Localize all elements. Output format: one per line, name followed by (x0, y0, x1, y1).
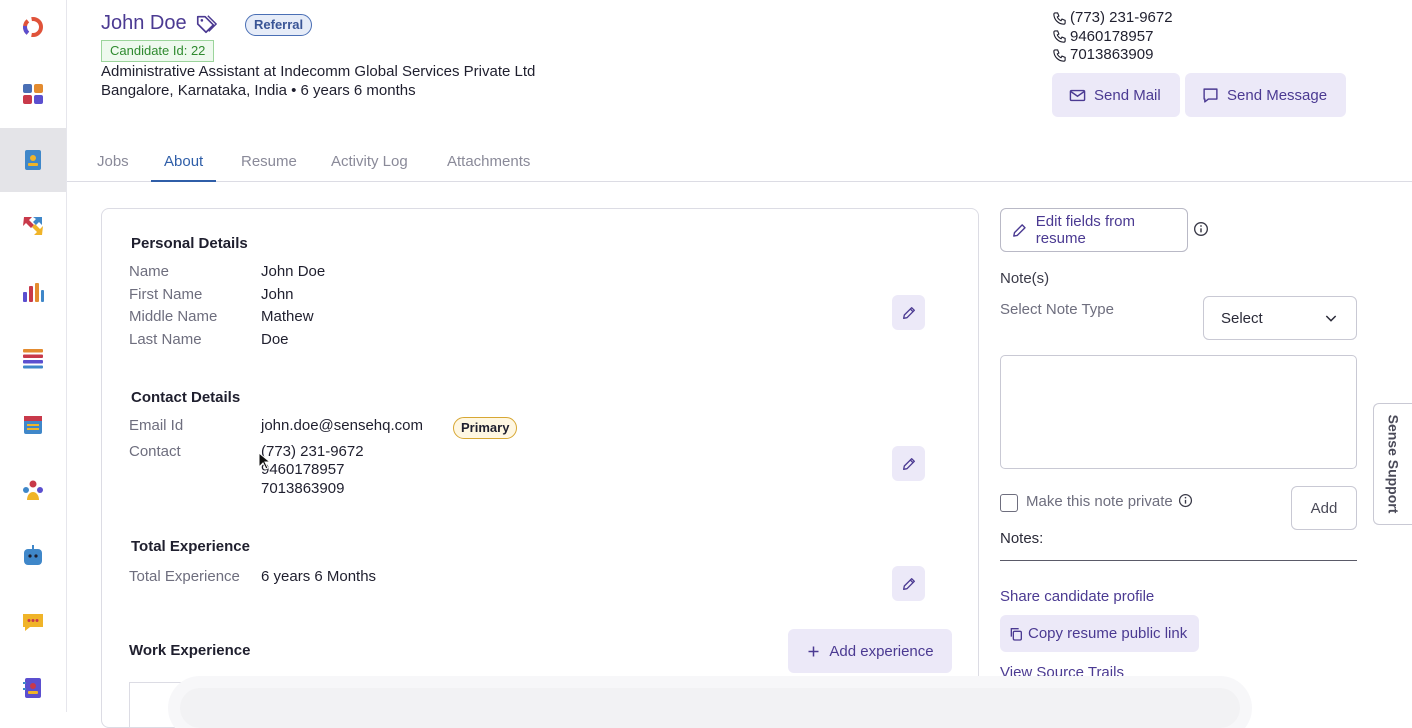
edit-contact-button[interactable] (892, 446, 925, 481)
pencil-icon (1013, 223, 1026, 237)
private-note-checkbox[interactable] (1000, 494, 1018, 512)
field-value: John Doe (261, 263, 326, 280)
tab-jobs[interactable]: Jobs (97, 142, 129, 182)
share-profile-link[interactable]: Share candidate profile (1000, 588, 1154, 605)
sense-support-tab[interactable]: Sense Support (1373, 403, 1412, 525)
info-icon[interactable] (1193, 221, 1209, 237)
copy-icon (1010, 627, 1022, 641)
pencil-icon (902, 306, 915, 319)
info-icon[interactable] (1178, 493, 1193, 508)
view-source-trails-link[interactable]: View Source Trails (1000, 664, 1124, 681)
copy-resume-link-button[interactable]: Copy resume public link (1000, 615, 1200, 652)
note-textarea[interactable] (1000, 355, 1357, 469)
edit-personal-button[interactable] (892, 295, 925, 330)
field-label: Total Experience (129, 568, 240, 585)
field-value: Mathew (261, 308, 314, 325)
calendar-icon[interactable] (0, 392, 66, 456)
message-icon (1203, 87, 1218, 103)
tag-icon[interactable] (195, 13, 218, 35)
people-icon[interactable] (0, 458, 66, 522)
personal-details-title: Personal Details (131, 235, 248, 252)
note-type-label: Select Note Type (1000, 301, 1114, 318)
field-label: Email Id (129, 417, 184, 434)
source-badge: Referral (245, 14, 313, 36)
field-label: First Name (129, 286, 203, 303)
candidate-name: John Doe (101, 12, 187, 34)
private-note-label: Make this note private (1026, 493, 1173, 510)
plus-icon (808, 646, 819, 656)
contact-number: (773) 231-9672 (261, 443, 364, 460)
mouse-cursor-icon (258, 452, 270, 470)
tab-activity-log[interactable]: Activity Log (331, 142, 408, 182)
field-label: Last Name (129, 331, 202, 348)
phone-list: (773) 231-9672 9460178957 7013863909 (1052, 9, 1173, 65)
candidate-location: Bangalore, Karnataka, India • 6 years 6 … (101, 82, 416, 99)
chevron-down-icon (1325, 315, 1337, 322)
field-value: John (261, 286, 294, 303)
phone-item[interactable]: 9460178957 (1052, 28, 1173, 47)
field-label: Middle Name (129, 308, 218, 325)
contact-number: 9460178957 (261, 461, 345, 478)
tab-about[interactable]: About (151, 142, 217, 182)
tab-attachments[interactable]: Attachments (447, 142, 530, 182)
edit-fields-button[interactable]: Edit fields from resume (1000, 208, 1188, 252)
phone-icon (1053, 12, 1066, 25)
add-experience-button[interactable]: Add experience (788, 629, 952, 673)
contacts-book-icon[interactable] (0, 656, 66, 720)
dashboard-icon[interactable] (0, 62, 66, 126)
phone-item[interactable]: 7013863909 (1052, 46, 1173, 65)
list-icon[interactable] (0, 326, 66, 390)
candidate-profile-icon[interactable] (0, 128, 66, 192)
candidate-role: Administrative Assistant at Indecomm Glo… (101, 63, 536, 80)
primary-badge: Primary (453, 417, 518, 439)
phone-item[interactable]: (773) 231-9672 (1052, 9, 1173, 28)
contact-details-title: Contact Details (131, 389, 241, 406)
note-type-select[interactable]: Select (1203, 296, 1357, 340)
field-value: Doe (261, 331, 289, 348)
divider (1000, 560, 1357, 561)
work-experience-title: Work Experience (129, 642, 251, 659)
pencil-icon (902, 457, 915, 470)
send-mail-button[interactable]: Send Mail (1052, 73, 1180, 117)
tab-resume[interactable]: Resume (241, 142, 297, 182)
sense-logo-icon[interactable] (0, 0, 66, 59)
send-message-button[interactable]: Send Message (1185, 73, 1346, 117)
total-experience-title: Total Experience (131, 538, 250, 555)
add-note-button[interactable]: Add (1291, 486, 1357, 530)
pencil-icon (902, 577, 915, 590)
phone-icon (1053, 30, 1066, 43)
experience-value: 6 years 6 Months (261, 568, 377, 585)
notes-label: Notes: (1000, 530, 1044, 547)
field-label: Name (129, 263, 170, 280)
left-sidebar (0, 0, 67, 712)
workflow-arrows-icon[interactable] (0, 194, 66, 258)
contact-number: 7013863909 (261, 480, 345, 497)
bottom-overlay (180, 688, 1240, 728)
edit-experience-button[interactable] (892, 566, 925, 601)
mail-icon (1069, 89, 1086, 101)
email-value: john.doe@sensehq.com (261, 417, 423, 434)
about-card: Personal Details Name John Doe First Nam… (101, 208, 979, 728)
field-label: Contact (129, 443, 181, 460)
chatbot-icon[interactable] (0, 524, 66, 588)
notes-title: Note(s) (1000, 270, 1050, 287)
phone-icon (1053, 49, 1066, 62)
candidate-id-badge: Candidate Id: 22 (101, 40, 215, 62)
analytics-bars-icon[interactable] (0, 260, 66, 324)
profile-tabs: Jobs About Resume Activity Log Attachmen… (67, 142, 1412, 182)
chat-bubble-icon[interactable] (0, 590, 66, 654)
